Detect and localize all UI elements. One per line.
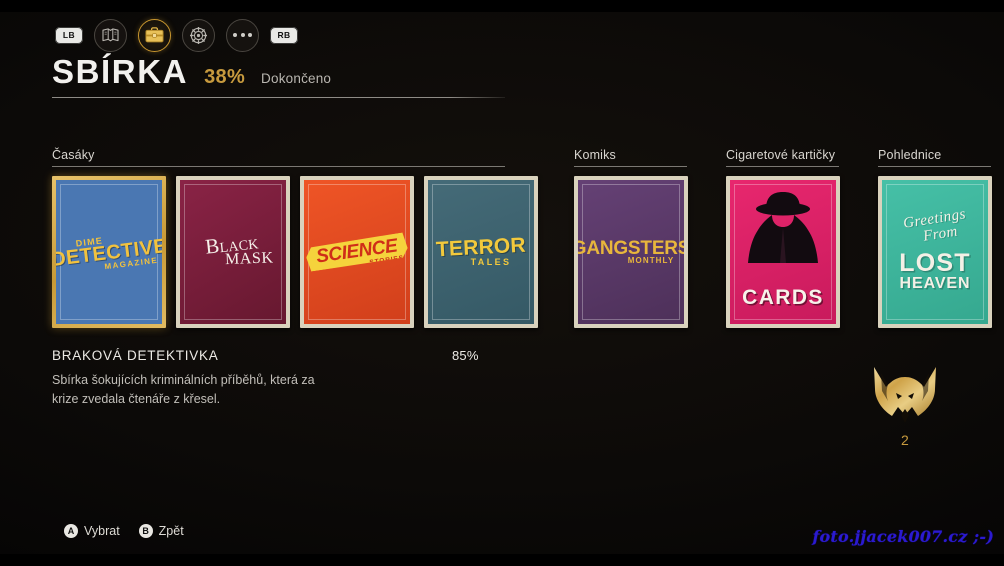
- card-title-block: BLACK MASK: [205, 231, 262, 273]
- card-frame: TERROR TALES: [428, 180, 534, 324]
- card-line-4: HEAVEN: [899, 276, 970, 292]
- card-artwork-gangsters-monthly: GANGSTERS MONTHLY: [578, 180, 684, 324]
- card-artwork-lost-heaven: Greetings From LOST HEAVEN: [882, 180, 988, 324]
- ship-wheel-icon: [190, 27, 207, 44]
- completion-label: Dokončeno: [261, 71, 331, 86]
- collection-card-super-science[interactable]: SUPER SCIENCE STORIES: [300, 176, 414, 328]
- b-button-icon: B: [139, 524, 153, 538]
- fox-head-icon: [865, 365, 945, 425]
- card-frame: Greetings From LOST HEAVEN: [882, 180, 988, 324]
- nav-tab-map[interactable]: [94, 19, 127, 52]
- card-line-2: TALES: [446, 258, 534, 267]
- card-artwork-black-mask: BLACK MASK: [180, 180, 286, 324]
- collection-card-black-mask[interactable]: BLACK MASK: [176, 176, 290, 328]
- category-card-list: DIME DETECTIVE MAGAZINE BLACK MASK: [52, 176, 538, 328]
- ellipsis-icon: [233, 33, 252, 37]
- category-pohlednice: Pohlednice Greetings From LOST HEAVEN: [878, 148, 992, 328]
- card-frame: SUPER SCIENCE STORIES: [304, 180, 410, 324]
- card-frame: DIME DETECTIVE MAGAZINE: [56, 180, 162, 324]
- selected-item-detail: BRAKOVÁ DETEKTIVKA 85% Sbírka šokujících…: [52, 348, 512, 410]
- letterbox-bottom: [0, 554, 1004, 566]
- card-title-block: TERROR TALES: [436, 237, 526, 267]
- left-bumper-button[interactable]: LB: [55, 27, 83, 44]
- game-menu-screen: LB: [0, 0, 1004, 566]
- collection-card-cards[interactable]: CARDS: [726, 176, 840, 328]
- card-title-block: Greetings From LOST HEAVEN: [899, 212, 970, 292]
- completion-percent: 38%: [204, 66, 245, 89]
- collection-card-dime-detective[interactable]: DIME DETECTIVE MAGAZINE: [52, 176, 166, 328]
- prompt-select[interactable]: A Vybrat: [64, 524, 120, 538]
- card-title-block: GANGSTERS MONTHLY: [578, 239, 684, 266]
- detail-percent: 85%: [452, 348, 512, 363]
- collection-card-gangsters-monthly[interactable]: GANGSTERS MONTHLY: [574, 176, 688, 328]
- right-bumper-button[interactable]: RB: [270, 27, 298, 44]
- category-label: Pohlednice: [878, 148, 992, 166]
- collection-emblem: 2: [865, 365, 945, 448]
- card-line-3: LOST: [899, 251, 970, 276]
- page-title: SBÍRKA: [52, 55, 188, 88]
- card-frame: GANGSTERS MONTHLY: [578, 180, 684, 324]
- detail-header-row: BRAKOVÁ DETEKTIVKA 85%: [52, 348, 512, 363]
- card-artwork-super-science: SUPER SCIENCE STORIES: [304, 180, 410, 324]
- category-card-list: Greetings From LOST HEAVEN: [878, 176, 992, 328]
- collection-card-lost-heaven[interactable]: Greetings From LOST HEAVEN: [878, 176, 992, 328]
- card-title-block: SUPER SCIENCE STORIES: [305, 232, 409, 272]
- emblem-count: 2: [865, 432, 945, 448]
- category-divider: [574, 166, 687, 167]
- briefcase-icon: [145, 27, 164, 43]
- top-navigation-bar[interactable]: LB: [55, 19, 298, 51]
- detail-description: Sbírka šokujících kriminálních příběhů, …: [52, 371, 342, 410]
- category-label: Časáky: [52, 148, 538, 166]
- collection-categories: Časáky DIME DETECTIVE MAGAZINE: [52, 148, 964, 333]
- card-artwork-terror-tales: TERROR TALES: [428, 180, 534, 324]
- category-label: Cigaretové kartičky: [726, 148, 840, 166]
- card-title-block: DIME DETECTIVE MAGAZINE: [56, 234, 162, 271]
- nav-tab-more[interactable]: [226, 19, 259, 52]
- card-artwork-cards: CARDS: [730, 180, 836, 324]
- category-casaky: Časáky DIME DETECTIVE MAGAZINE: [52, 148, 538, 328]
- collection-card-terror-tales[interactable]: TERROR TALES: [424, 176, 538, 328]
- letterbox-top: [0, 0, 1004, 12]
- gangster-silhouette-icon: [746, 189, 820, 280]
- category-divider: [726, 166, 839, 167]
- category-komiks: Komiks GANGSTERS MONTHLY: [574, 148, 688, 328]
- page-header: SBÍRKA 38% Dokončeno: [52, 55, 331, 89]
- prompt-back[interactable]: B Zpět: [139, 524, 184, 538]
- a-button-icon: A: [64, 524, 78, 538]
- prompt-select-label: Vybrat: [84, 524, 120, 538]
- category-card-list: GANGSTERS MONTHLY: [574, 176, 688, 328]
- detail-title: BRAKOVÁ DETEKTIVKA: [52, 348, 452, 363]
- card-line-2: MASK: [223, 250, 277, 268]
- card-line-2: MONTHLY: [592, 257, 684, 265]
- map-book-icon: [102, 28, 119, 43]
- button-prompts: A Vybrat B Zpět: [64, 524, 184, 538]
- category-card-list: CARDS: [726, 176, 840, 328]
- card-line-1: CARDS: [730, 286, 836, 310]
- prompt-back-label: Zpět: [159, 524, 184, 538]
- card-artwork-dime-detective: DIME DETECTIVE MAGAZINE: [56, 180, 162, 324]
- category-label: Komiks: [574, 148, 688, 166]
- nav-tab-collection[interactable]: [138, 19, 171, 52]
- category-divider: [52, 166, 505, 167]
- category-divider: [878, 166, 991, 167]
- category-cigaretove-karticky: Cigaretové kartičky: [726, 148, 840, 328]
- header-divider: [52, 97, 505, 98]
- nav-tab-settings[interactable]: [182, 19, 215, 52]
- card-frame: BLACK MASK: [180, 180, 286, 324]
- card-frame: CARDS: [730, 180, 836, 324]
- photo-watermark: foto.jjacek007.cz ;-): [812, 527, 994, 546]
